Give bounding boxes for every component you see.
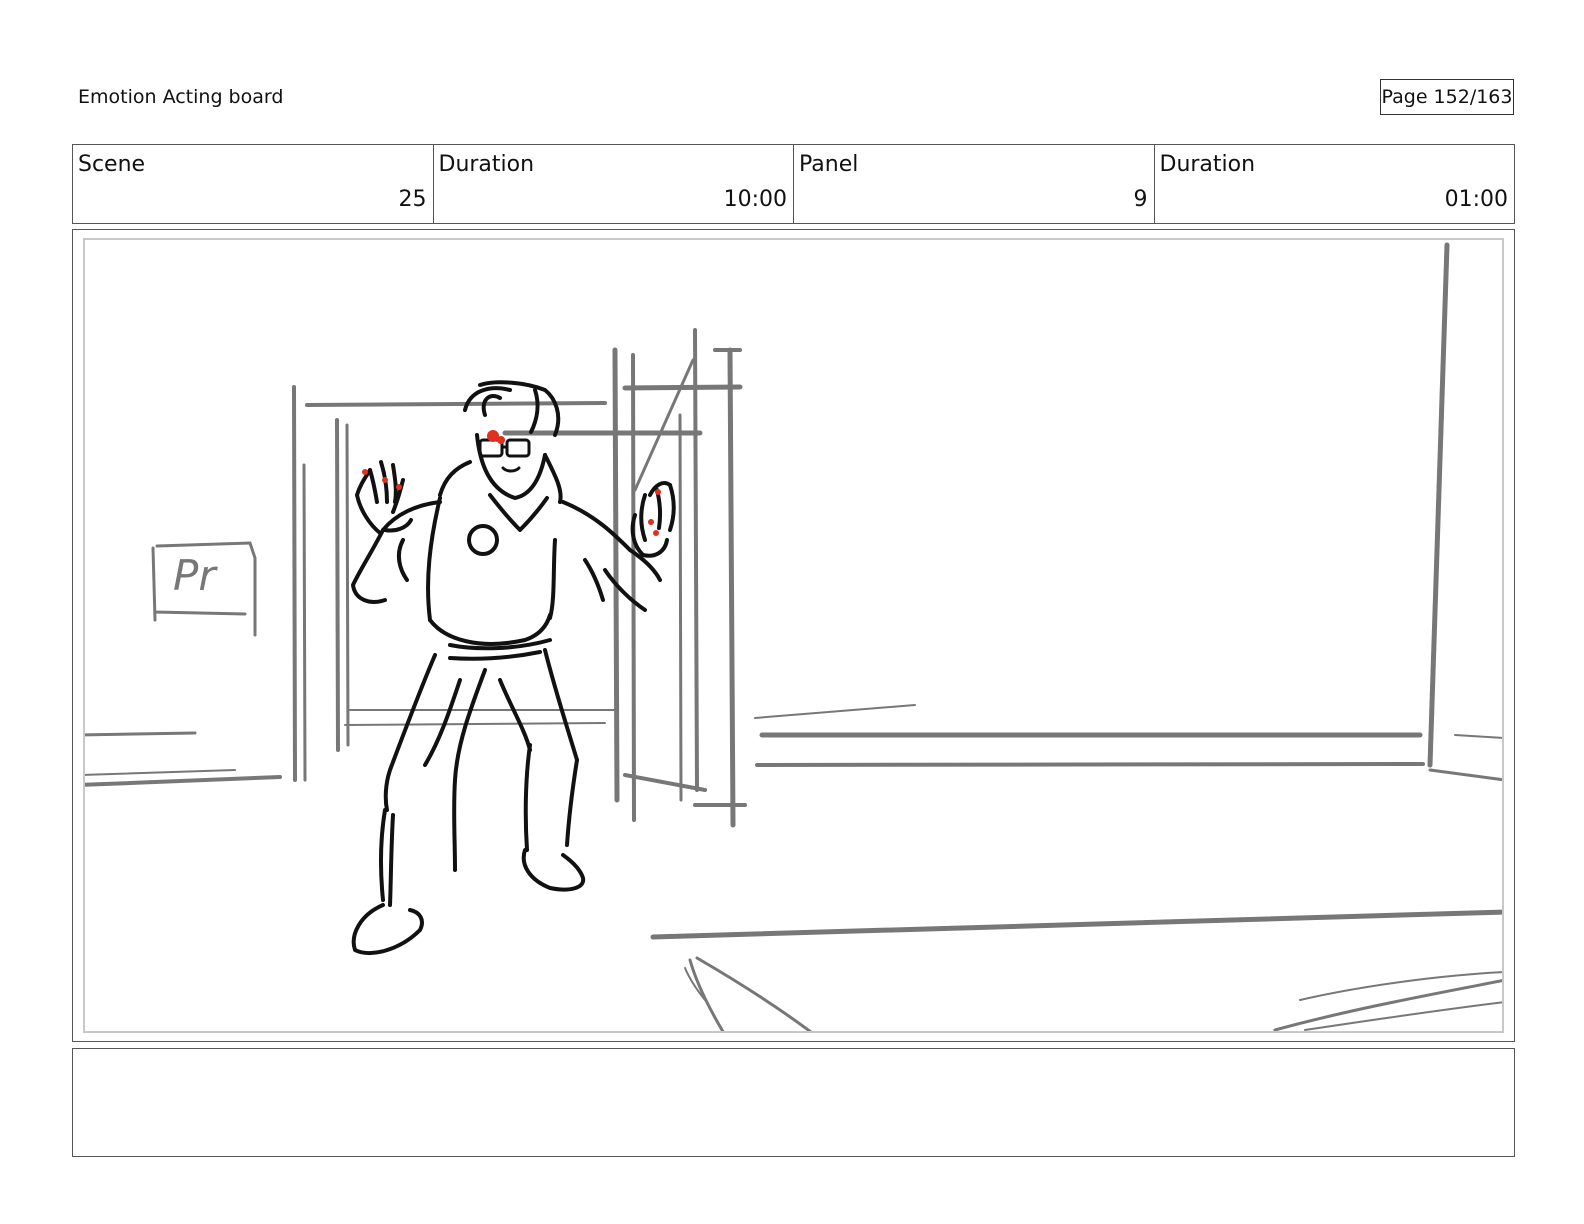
background-sketch [85, 242, 1502, 1031]
panel-drawing-area: Pr [83, 238, 1504, 1033]
notes-box [72, 1048, 1515, 1157]
info-table: Scene 25 Duration 10:00 Panel 9 Duration… [72, 144, 1515, 224]
panel-cell: Panel 9 [794, 145, 1155, 223]
storyboard-sketch: Pr [85, 242, 1502, 1031]
wall-sign-text: Pr [173, 551, 218, 600]
scene-duration-cell: Duration 10:00 [434, 145, 794, 223]
panel-label: Panel [799, 152, 859, 177]
scene-label: Scene [78, 152, 146, 177]
board-title: Emotion Acting board [78, 86, 284, 108]
panel-duration-label: Duration [1159, 152, 1256, 177]
scene-duration-label: Duration [438, 152, 535, 177]
scene-cell: Scene 25 [73, 145, 434, 223]
panel-value: 9 [1133, 187, 1148, 212]
scene-value: 25 [398, 187, 427, 212]
panel-duration-value: 01:00 [1444, 187, 1508, 212]
page-number: Page 152/163 [1380, 79, 1514, 115]
character-figure [351, 380, 676, 956]
panel-duration-cell: Duration 01:00 [1155, 145, 1515, 223]
storyboard-panel: Pr [72, 229, 1515, 1042]
scene-duration-value: 10:00 [723, 187, 787, 212]
